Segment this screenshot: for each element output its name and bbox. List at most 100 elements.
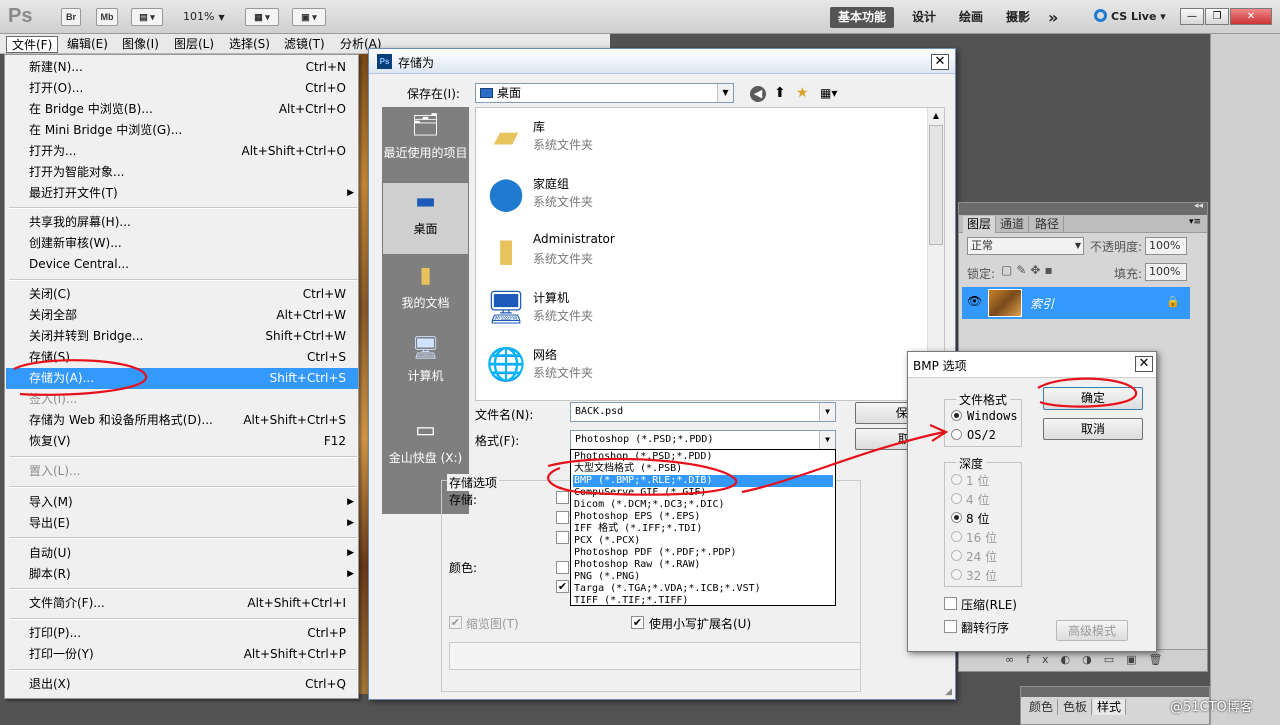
menu-item-close-go-bridge[interactable]: 关闭并转到 Bridge... Shift+Ctrl+W (6, 326, 358, 347)
scroll-up-icon[interactable]: ▲ (928, 108, 944, 124)
visibility-eye-icon[interactable]: 👁 (967, 294, 982, 308)
menu-item-print-one-copy[interactable]: 打印一份(Y) Alt+Shift+Ctrl+P (6, 644, 358, 665)
format-option[interactable]: Photoshop Raw (*.RAW) (573, 559, 833, 571)
save-in-select[interactable]: 桌面 ▼ (475, 83, 734, 103)
bridge-button[interactable]: Br (61, 8, 81, 26)
close-icon[interactable]: ✕ (931, 54, 949, 70)
up-folder-icon[interactable]: ⬆ (774, 85, 786, 101)
format-option[interactable]: Photoshop PDF (*.PDF;*.PDP) (573, 547, 833, 559)
place-desktop[interactable]: ▬ 桌面 (382, 182, 469, 255)
list-item[interactable]: ▮ Administrator 系统文件夹 (480, 224, 780, 276)
place-computer[interactable]: 🖥 计算机 (382, 330, 469, 403)
radio-depth-1[interactable] (951, 474, 962, 485)
workspace-photography[interactable]: 摄影 (998, 7, 1038, 28)
format-option[interactable]: Photoshop (*.PSD;*.PDD) (573, 451, 833, 463)
view-extras-button[interactable]: ▤ ▾ (131, 8, 163, 26)
format-option[interactable]: PCX (*.PCX) (573, 535, 833, 547)
place-recent[interactable]: 🗂 最近使用的项目 (382, 107, 469, 182)
menu-item-print[interactable]: 打印(P)... Ctrl+P (6, 623, 358, 644)
color-checkbox[interactable]: ✔ (556, 580, 569, 593)
thumbnail-checkbox[interactable]: ✔ (449, 616, 462, 629)
workspace-design[interactable]: 设计 (904, 7, 944, 28)
blend-mode-select[interactable]: 正常 ▼ (967, 237, 1084, 255)
tab-styles[interactable]: 样式 (1093, 699, 1127, 715)
workspace-essentials[interactable]: 基本功能 (830, 7, 895, 28)
menu-filter[interactable]: 滤镜(T) (279, 36, 330, 53)
close-app-button[interactable]: ✕ (1230, 8, 1272, 25)
place-kuaipan[interactable]: ▭ 金山快盘 (X:) (382, 403, 469, 476)
storage-checkbox[interactable] (556, 511, 569, 524)
view-menu-icon[interactable]: ▦▾ (820, 86, 837, 100)
menu-item-exit[interactable]: 退出(X) Ctrl+Q (6, 674, 358, 695)
menu-edit[interactable]: 编辑(E) (62, 36, 113, 53)
radio-depth-24[interactable] (951, 550, 962, 561)
format-option[interactable]: 大型文档格式 (*.PSB) (573, 463, 833, 475)
ok-button[interactable]: 确定 (1043, 387, 1143, 410)
menu-select[interactable]: 选择(S) (224, 36, 275, 53)
opacity-input[interactable]: 100% (1145, 237, 1187, 255)
menu-item-automate[interactable]: 自动(U) ▶ (6, 543, 358, 564)
format-option[interactable]: TIFF (*.TIF;*.TIFF) (573, 595, 833, 607)
back-icon[interactable]: ◀ (750, 86, 766, 102)
menu-item-open-as-smart-object[interactable]: 打开为智能对象... (6, 162, 358, 183)
scrollbar-thumb[interactable] (929, 125, 943, 245)
storage-checkbox[interactable] (556, 531, 569, 544)
panel-menu-icon[interactable]: ▾≡ (1189, 217, 1201, 227)
menu-item-close-all[interactable]: 关闭全部 Alt+Ctrl+W (6, 305, 358, 326)
storage-checkbox[interactable] (556, 491, 569, 504)
menu-item-open-as[interactable]: 打开为... Alt+Shift+Ctrl+O (6, 141, 358, 162)
menu-item-browse-mini-bridge[interactable]: 在 Mini Bridge 中浏览(G)... (6, 120, 358, 141)
lowercase-extension-checkbox[interactable]: ✔ (631, 616, 644, 629)
menu-item-save-as[interactable]: 存储为(A)... Shift+Ctrl+S (6, 368, 358, 389)
radio-depth-8[interactable] (951, 512, 962, 523)
menu-item-new[interactable]: 新建(N)... Ctrl+N (6, 57, 358, 78)
zoom-level[interactable]: 101% ▼ (183, 10, 225, 23)
compress-rle-checkbox[interactable] (944, 597, 957, 610)
radio-windows[interactable] (951, 410, 962, 421)
layer-action-icons[interactable]: ∞fx◐◑▭▣🗑 (1005, 653, 1175, 666)
list-item[interactable]: ▰ 库 系统文件夹 (480, 110, 780, 162)
fill-input[interactable]: 100% (1145, 263, 1187, 281)
menu-layer[interactable]: 图层(L) (169, 36, 219, 53)
format-select[interactable]: Photoshop (*.PSD;*.PDD) ▼ (570, 430, 836, 450)
restore-button[interactable]: ❐ (1205, 8, 1229, 25)
menu-item-save[interactable]: 存储(S) Ctrl+S (6, 347, 358, 368)
workspace-painting[interactable]: 绘画 (951, 7, 991, 28)
menu-item-close[interactable]: 关闭(C) Ctrl+W (6, 284, 358, 305)
layer-row[interactable]: 👁 索引 🔒 (962, 287, 1190, 319)
menu-item-new-review[interactable]: 创建新审核(W)... (6, 233, 358, 254)
menu-item-revert[interactable]: 恢复(V) F12 (6, 431, 358, 452)
menu-item-open[interactable]: 打开(O)... Ctrl+O (6, 78, 358, 99)
menu-item-device-central[interactable]: Device Central... (6, 254, 358, 275)
format-option[interactable]: PNG (*.PNG) (573, 571, 833, 583)
format-option[interactable]: IFF 格式 (*.IFF;*.TDI) (573, 523, 833, 535)
collapse-icon[interactable]: ◂◂ (1194, 201, 1203, 211)
menu-item-import[interactable]: 导入(M) ▶ (6, 492, 358, 513)
list-item[interactable]: 🌐 网络 系统文件夹 (480, 338, 780, 390)
close-icon[interactable]: ✕ (1135, 356, 1153, 372)
advanced-mode-button[interactable]: 高级模式 (1056, 620, 1128, 641)
new-folder-icon[interactable]: ★ (796, 85, 809, 101)
minimize-button[interactable]: — (1180, 8, 1204, 25)
resize-grip-icon[interactable]: ◢ (945, 687, 952, 697)
menu-item-open-recent[interactable]: 最近打开文件(T) ▶ (6, 183, 358, 204)
screen-mode-button[interactable]: ▣ ▾ (292, 8, 326, 26)
tab-swatches[interactable]: 色板 (1059, 699, 1093, 715)
tab-paths[interactable]: 路径 (1031, 216, 1065, 233)
menu-item-check-in[interactable]: 签入(I)... (6, 389, 358, 410)
radio-os2[interactable] (951, 429, 962, 440)
menu-item-file-info[interactable]: 文件简介(F)... Alt+Shift+Ctrl+I (6, 593, 358, 614)
format-option[interactable]: Photoshop EPS (*.EPS) (573, 511, 833, 523)
menu-item-save-for-web[interactable]: 存储为 Web 和设备所用格式(D)... Alt+Shift+Ctrl+S (6, 410, 358, 431)
mini-bridge-button[interactable]: Mb (96, 8, 118, 26)
format-option-bmp[interactable]: BMP (*.BMP;*.RLE;*.DIB) (573, 475, 833, 487)
filename-input[interactable]: BACK.psd ▼ (570, 402, 836, 422)
format-option[interactable]: CompuServe GIF (*.GIF) (573, 487, 833, 499)
menu-image[interactable]: 图像(I) (117, 36, 164, 53)
lock-icons[interactable]: ▢✎✥▪ (1001, 263, 1057, 277)
cs-live-button[interactable]: CS Live ▾ (1094, 9, 1166, 23)
bmp-cancel-button[interactable]: 取消 (1043, 418, 1143, 440)
radio-depth-4[interactable] (951, 493, 962, 504)
radio-depth-16[interactable] (951, 531, 962, 542)
menu-item-browse-bridge[interactable]: 在 Bridge 中浏览(B)... Alt+Ctrl+O (6, 99, 358, 120)
